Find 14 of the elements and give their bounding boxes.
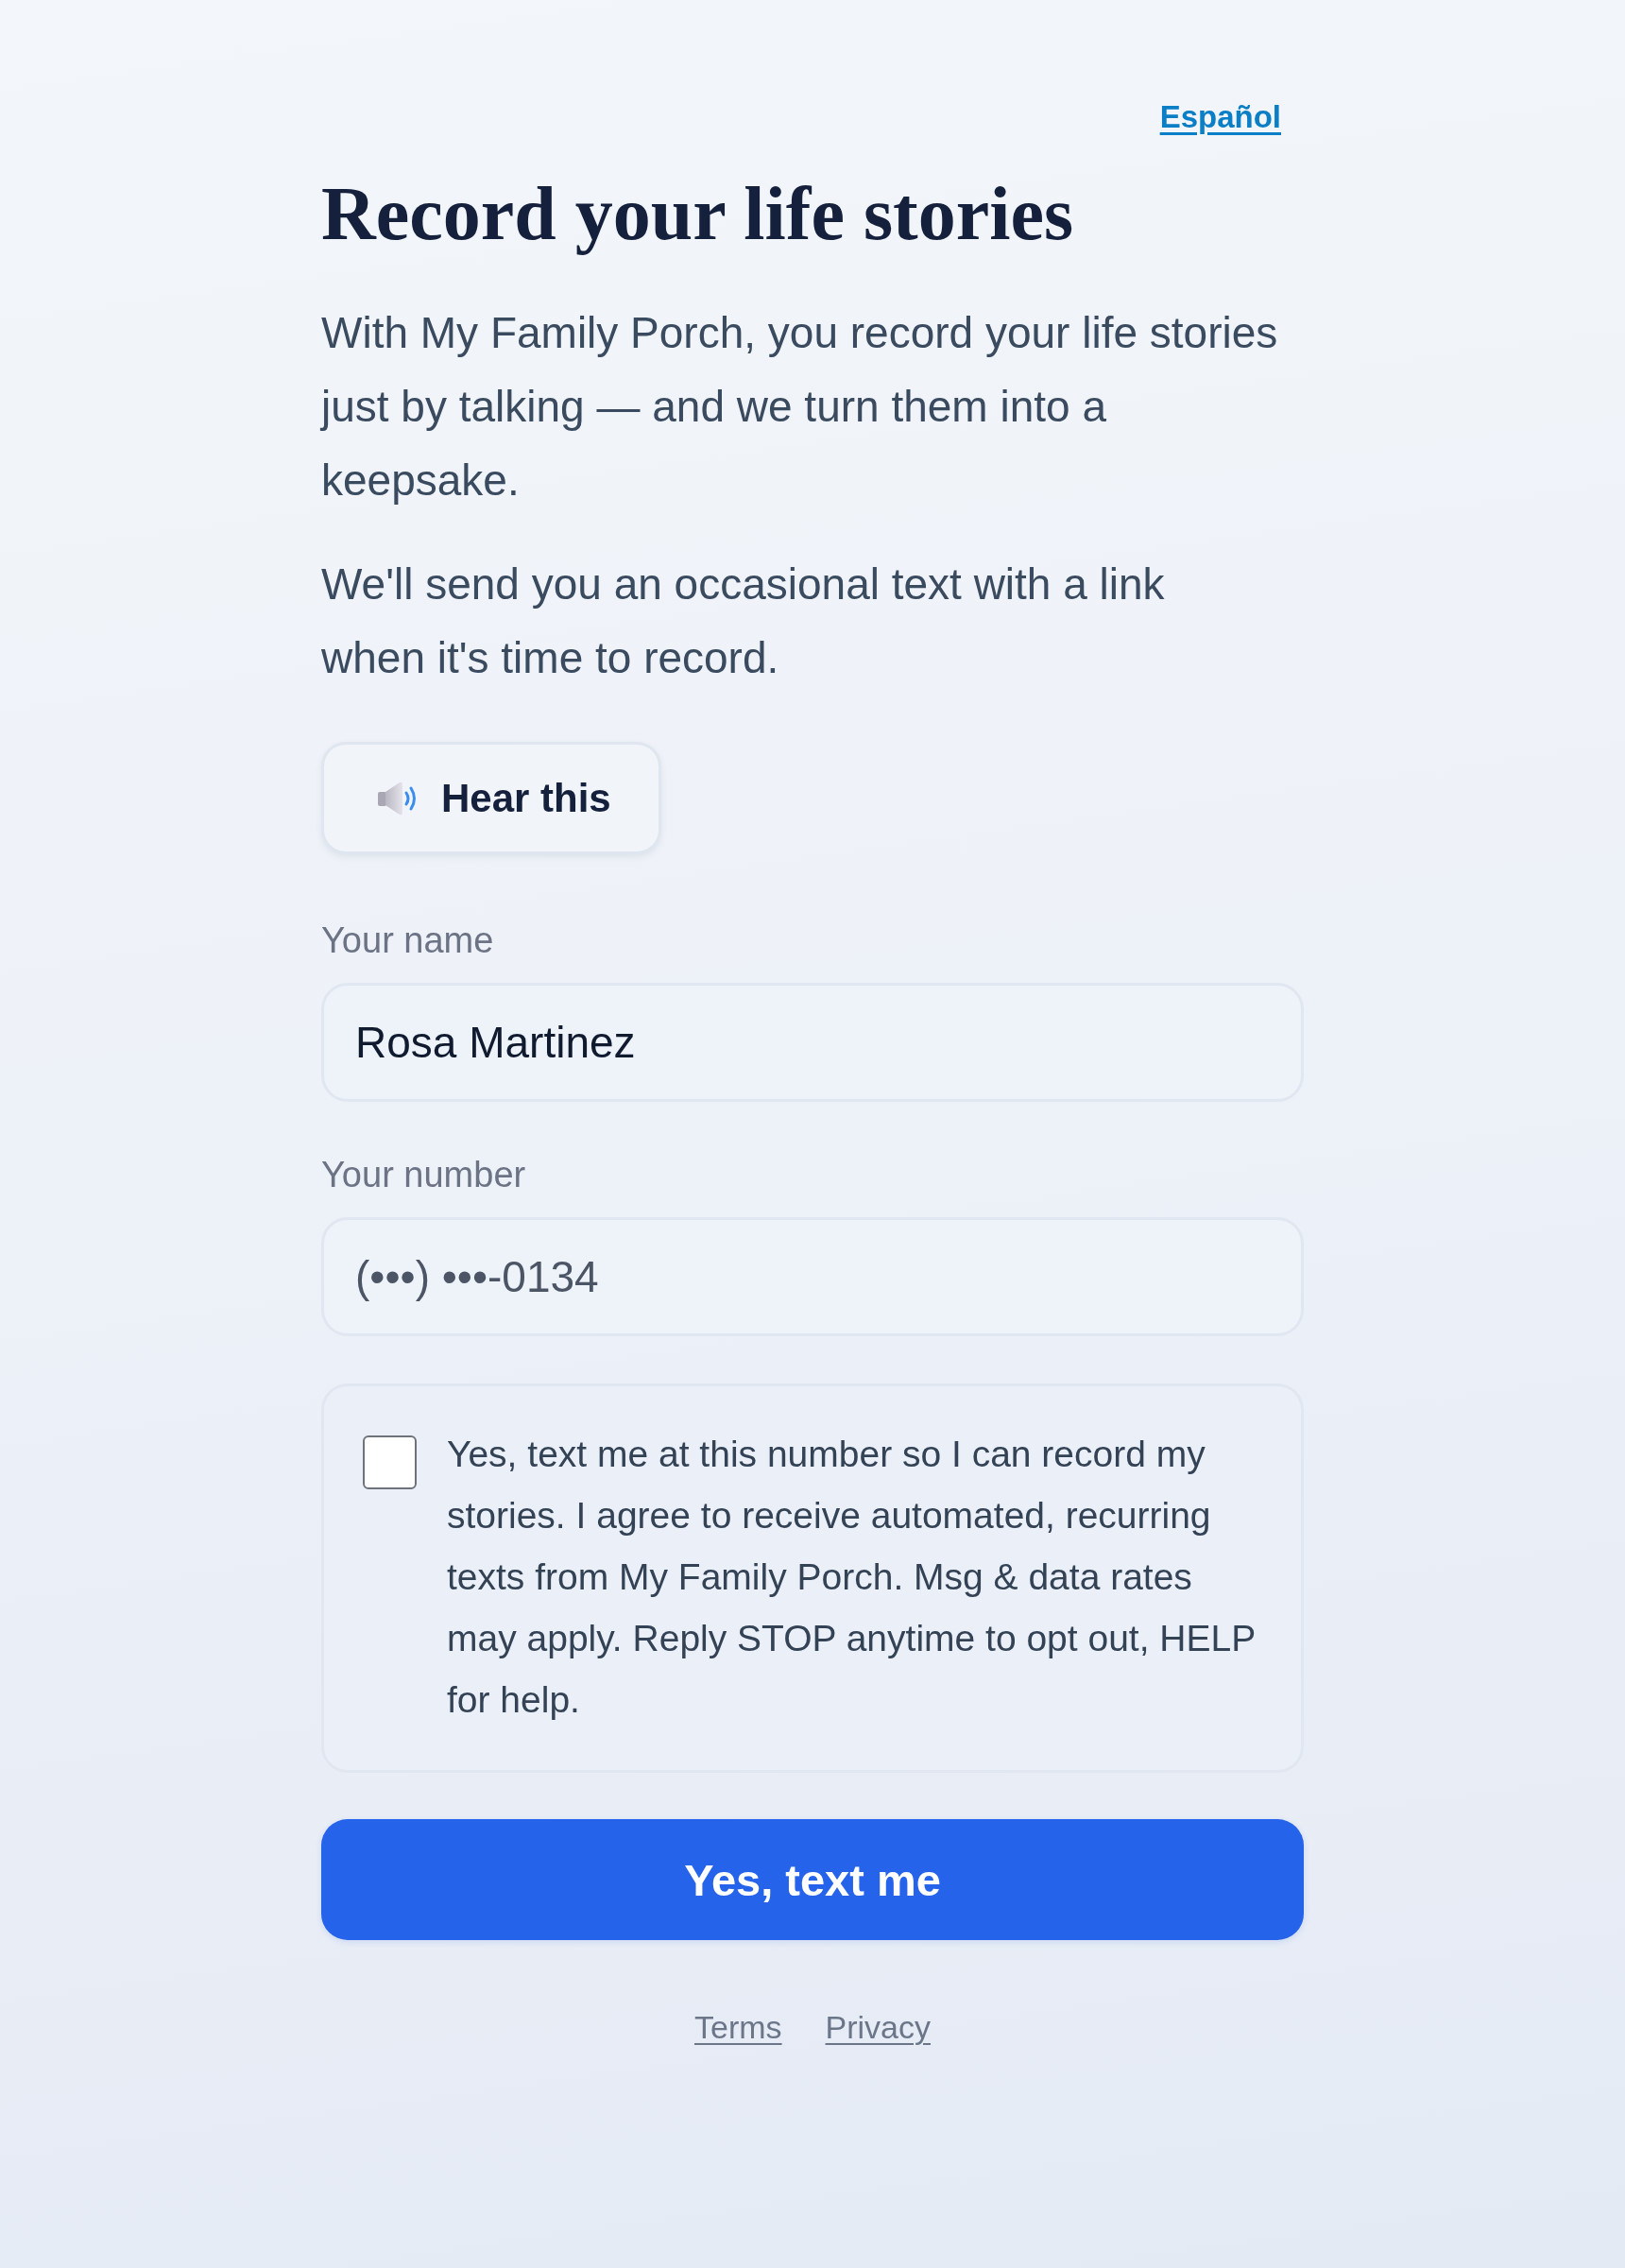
input-field[interactable]: Rosa Martinez [321, 983, 1304, 1102]
consent-text: Yes, text me at this number so I can record my stories. I agree to receive automated, recurring texts from My Family Porch. Msg & data rates may apply. Reply STOP anytime to opt out, HELP for help. [447, 1433, 1257, 1722]
intro-paragraph: We'll send you an occasional text with a link when it's time to record. [321, 558, 1166, 684]
footer-link[interactable]: Terms [694, 2008, 782, 2046]
consent-checkbox[interactable] [363, 1435, 417, 1489]
hear-this-button[interactable]: Hear this [321, 742, 661, 854]
footer-link[interactable]: Privacy [825, 2008, 931, 2046]
language-link[interactable]: Español [1159, 98, 1281, 136]
field-label: Your name [321, 919, 495, 962]
field-label: Your number [321, 1154, 527, 1196]
submit-button[interactable]: Yes, text me [321, 1819, 1304, 1940]
intro-paragraph: With My Family Porch, you record your life stories just by talking — and we turn them into a keepsake. [321, 307, 1279, 507]
input-field[interactable]: (•••) •••-0134 [321, 1217, 1304, 1336]
page-title: Record your life stories [321, 171, 1075, 257]
